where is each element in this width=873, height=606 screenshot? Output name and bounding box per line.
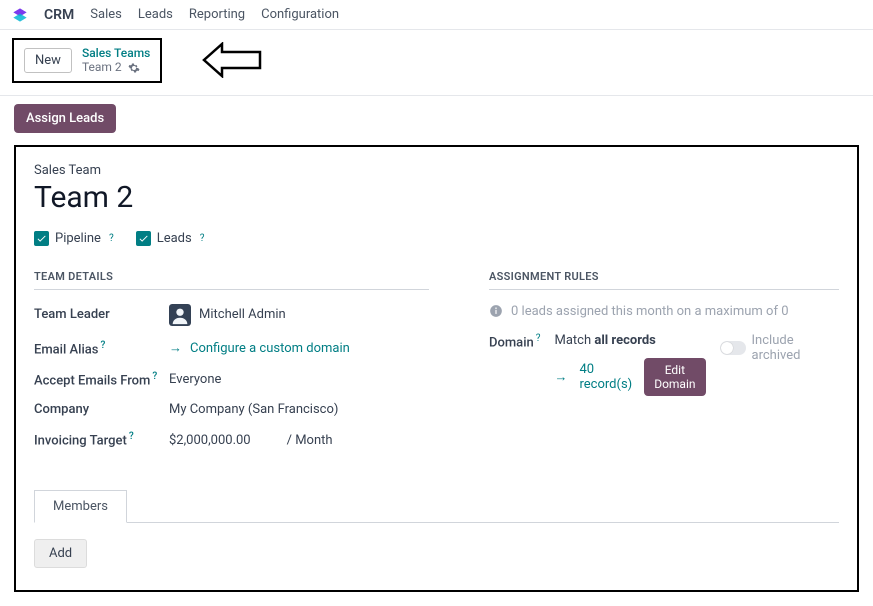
tab-members[interactable]: Members <box>34 490 127 523</box>
form-head-label: Sales Team <box>34 163 839 178</box>
edit-domain-button[interactable]: Edit Domain <box>644 358 705 396</box>
leads-checkbox-wrap: Leads? <box>136 231 205 246</box>
include-archived-toggle[interactable] <box>720 341 746 355</box>
breadcrumb: Sales Teams Team 2 <box>82 46 150 75</box>
arrow-right-icon: → <box>169 340 182 356</box>
team-details-heading: TEAM DETAILS <box>34 270 429 290</box>
breadcrumb-highlight-box: New Sales Teams Team 2 <box>12 38 162 83</box>
gear-icon[interactable] <box>128 62 140 74</box>
new-button[interactable]: New <box>24 48 72 73</box>
assignment-rules-heading: ASSIGNMENT RULES <box>489 270 839 290</box>
team-leader-label: Team Leader <box>34 307 169 322</box>
include-archived-label: Include archived <box>752 333 839 363</box>
page-title[interactable]: Team 2 <box>34 180 839 215</box>
avatar-icon <box>169 304 191 326</box>
domain-label: Domain <box>489 335 534 350</box>
help-icon[interactable]: ? <box>129 431 134 442</box>
nav-configuration[interactable]: Configuration <box>261 7 339 22</box>
nav-reporting[interactable]: Reporting <box>189 7 245 22</box>
accept-emails-value[interactable]: Everyone <box>169 372 221 387</box>
callout-arrow-icon <box>202 42 262 78</box>
add-button[interactable]: Add <box>34 539 87 568</box>
tabs-row: Members <box>34 489 839 523</box>
email-alias-label: Email Alias <box>34 342 98 357</box>
nav-sales[interactable]: Sales <box>90 7 122 22</box>
accept-emails-label: Accept Emails From <box>34 373 150 388</box>
assignment-info: 0 leads assigned this month on a maximum… <box>489 304 839 319</box>
team-leader-value[interactable]: Mitchell Admin <box>169 304 286 326</box>
arrow-right-icon: → <box>554 369 567 385</box>
pipeline-checkbox-wrap: Pipeline? <box>34 231 114 246</box>
leads-label: Leads <box>157 231 192 246</box>
breadcrumb-row: New Sales Teams Team 2 <box>0 30 873 91</box>
help-icon[interactable]: ? <box>109 233 114 244</box>
invoicing-target-value[interactable]: $2,000,000.00 <box>169 433 251 448</box>
leads-checkbox[interactable] <box>136 231 151 246</box>
help-icon[interactable]: ? <box>536 333 541 344</box>
records-link[interactable]: 40 record(s) <box>579 362 632 392</box>
configure-domain-link[interactable]: Configure a custom domain <box>190 341 350 356</box>
breadcrumb-current: Team 2 <box>82 60 122 74</box>
company-label: Company <box>34 402 169 417</box>
breadcrumb-parent[interactable]: Sales Teams <box>82 46 150 60</box>
nav-leads[interactable]: Leads <box>138 7 173 22</box>
help-icon[interactable]: ? <box>100 340 105 351</box>
top-nav: CRM Sales Leads Reporting Configuration <box>0 0 873 30</box>
help-icon[interactable]: ? <box>152 371 157 382</box>
team-details-column: TEAM DETAILS Team Leader Mitchell Admin … <box>34 270 429 463</box>
pipeline-label: Pipeline <box>55 231 101 246</box>
content-area: Assign Leads Sales Team Team 2 Pipeline?… <box>0 96 873 606</box>
pipeline-checkbox[interactable] <box>34 231 49 246</box>
company-value[interactable]: My Company (San Francisco) <box>169 402 338 417</box>
form-card: Sales Team Team 2 Pipeline? Leads? TEAM … <box>14 145 859 592</box>
assignment-rules-column: ASSIGNMENT RULES 0 leads assigned this m… <box>489 270 839 463</box>
app-logo-icon <box>12 7 28 23</box>
invoicing-period: / Month <box>287 433 333 448</box>
domain-match-text: Match all records <box>554 333 705 348</box>
help-icon[interactable]: ? <box>200 233 205 244</box>
info-icon <box>489 304 503 318</box>
brand-name: CRM <box>44 7 74 23</box>
checkbox-row: Pipeline? Leads? <box>34 231 839 246</box>
invoicing-target-label: Invoicing Target <box>34 434 127 449</box>
assign-leads-button[interactable]: Assign Leads <box>14 104 116 133</box>
